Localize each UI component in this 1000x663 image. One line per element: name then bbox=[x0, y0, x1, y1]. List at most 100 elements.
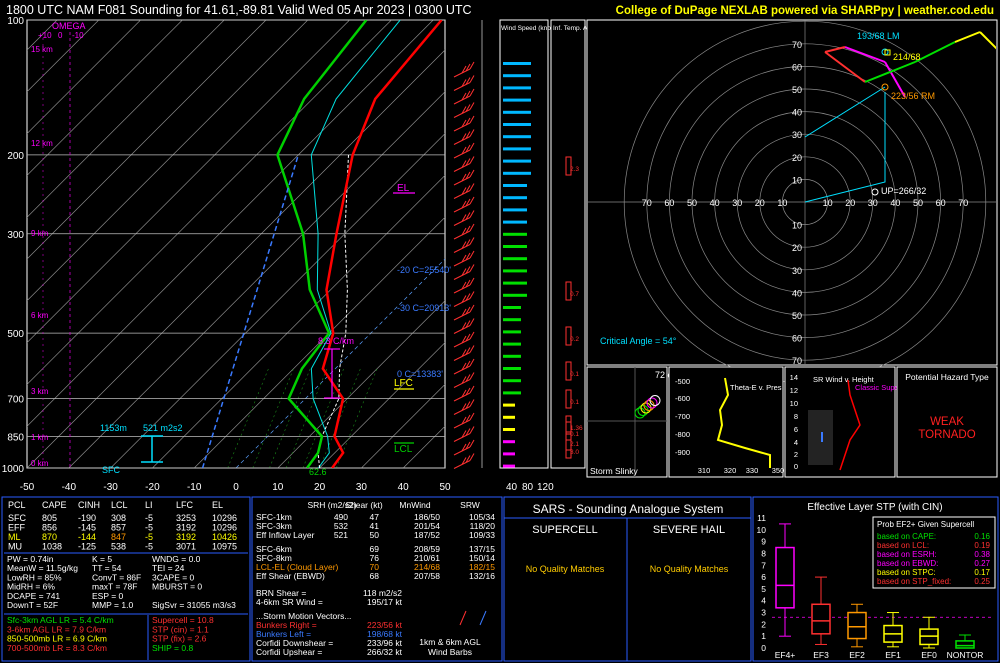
eff-inflow-height: 1153m bbox=[100, 423, 127, 433]
stp-legend-label: based on EBWD: bbox=[877, 559, 938, 568]
stp-box bbox=[955, 640, 975, 649]
lapse-rate: 700-500mb LR = 8.3 C/km bbox=[7, 643, 107, 653]
wind-speed-bar bbox=[503, 86, 531, 90]
temp-tick: 40 bbox=[398, 482, 410, 493]
inflow-value: 0.2 bbox=[570, 336, 579, 343]
sounding-figure: 1800 UTC NAM F081 Sounding for 41.61,-89… bbox=[0, 0, 1000, 663]
pressure-tick: 700 bbox=[7, 395, 24, 406]
temp-tick: -40 bbox=[62, 482, 77, 493]
wind-speed-bar bbox=[503, 379, 521, 383]
stp-ytick: 10 bbox=[757, 525, 767, 535]
stp-ytick: 0 bbox=[761, 643, 766, 653]
motion-value: 266/32 kt bbox=[367, 647, 403, 657]
hodo-label-rm: 223/56 RM bbox=[891, 91, 935, 101]
parcel-cell: -5 bbox=[145, 532, 153, 542]
omega-title: OMEGA bbox=[52, 21, 86, 31]
height-label: 9 km bbox=[31, 229, 49, 238]
temp-tick: -10 bbox=[187, 482, 202, 493]
kin-cell: Eff Shear (EBWD) bbox=[256, 571, 325, 581]
sars-title: SARS - Sounding Analogue System bbox=[533, 502, 724, 516]
theta-e-xtick: 310 bbox=[698, 466, 711, 475]
wind-speed-bar bbox=[503, 208, 527, 212]
stp-ytick: 8 bbox=[761, 548, 766, 558]
pressure-tick: 100 bbox=[7, 16, 24, 27]
wind-speed-bar bbox=[503, 269, 527, 273]
hodo-tick-x: 10 bbox=[823, 198, 833, 208]
wind-speed-bar bbox=[503, 123, 531, 126]
wind-speed-bar bbox=[503, 62, 531, 65]
sr-wind-tick: 12 bbox=[790, 386, 798, 395]
hodo-tick-x: 20 bbox=[845, 198, 855, 208]
theta-e-tick: -700 bbox=[675, 412, 690, 421]
stp-panel: Effective Layer STP (with CIN) 012345678… bbox=[752, 496, 999, 662]
eff-inflow-srh: 521 m2s2 bbox=[143, 423, 183, 433]
inflow-value: 0.7 bbox=[570, 291, 579, 298]
theta-e-tick: -500 bbox=[675, 377, 690, 386]
wind-speed-bar bbox=[503, 391, 521, 395]
hodo-tick-x: 10 bbox=[777, 198, 787, 208]
pressure-tick: 500 bbox=[7, 329, 24, 340]
stp-category: EF0 bbox=[921, 650, 937, 660]
stp-category: NONTOR bbox=[947, 650, 984, 660]
pressure-tick: 850 bbox=[7, 432, 24, 443]
credit-text: College of DuPage NEXLAB powered via SHA… bbox=[616, 5, 994, 17]
lcl-label: LCL bbox=[394, 444, 413, 455]
parcel-cell: -5 bbox=[145, 513, 153, 523]
hazard-panel: Potential Hazard Type WEAK TORNADO bbox=[896, 366, 998, 478]
wind-speed-bar bbox=[503, 354, 521, 358]
hodo-tick-y: 70 bbox=[792, 356, 802, 366]
hodo-tick-y: 10 bbox=[792, 175, 802, 185]
stp-category: EF2 bbox=[849, 650, 865, 660]
lapse-rate-label: 8.3 C/km bbox=[318, 336, 354, 346]
stp-legend-value: 0.19 bbox=[974, 541, 990, 550]
parcel-header: PCL bbox=[8, 500, 26, 510]
hazard-word: WEAK bbox=[930, 416, 964, 428]
parcel-cell: 10975 bbox=[212, 542, 237, 552]
stp-ytick: 4 bbox=[761, 596, 766, 606]
sr-wind-tick: 2 bbox=[794, 450, 798, 459]
wind-speed-bar bbox=[503, 367, 521, 370]
height-label: 0 km bbox=[31, 459, 49, 468]
stp-legend-value: 0.38 bbox=[974, 550, 990, 559]
composite-index: SHIP = 0.8 bbox=[152, 643, 193, 653]
sars-hail: SEVERE HAIL bbox=[653, 524, 725, 536]
stp-category: EF1 bbox=[885, 650, 901, 660]
hodo-label-lm: 193/68 LM bbox=[857, 31, 900, 41]
sr-wind-panel: SR Wind v. Height Classic Supercell 1412… bbox=[784, 366, 913, 478]
hodo-tick-x: 20 bbox=[755, 198, 765, 208]
sr-wind-tick: 8 bbox=[794, 412, 798, 421]
omega-tick: -10 bbox=[72, 31, 84, 40]
index-label: DownT = 52F bbox=[7, 600, 58, 610]
omega-tick: +10 bbox=[38, 31, 52, 40]
kin-header: Shear (kt) bbox=[345, 500, 382, 510]
stp-legend-label: based on ESRH: bbox=[877, 550, 937, 559]
parcel-cell: 3071 bbox=[176, 542, 196, 552]
height-label: 12 km bbox=[31, 139, 53, 148]
wind-speed-bar bbox=[503, 196, 527, 200]
kin-cell: 109/33 bbox=[469, 530, 495, 540]
wind-speed-bar bbox=[503, 220, 527, 224]
wind-speed-bar bbox=[503, 452, 515, 456]
sfc-label: SFC bbox=[102, 465, 121, 475]
stp-legend-label: based on CAPE: bbox=[877, 532, 936, 541]
temp-tick: 20 bbox=[314, 482, 326, 493]
index-label: MBURST = 0 bbox=[152, 582, 202, 592]
stp-ytick: 5 bbox=[761, 584, 766, 594]
height-label: 1 km bbox=[31, 433, 49, 442]
parcel-cell: 805 bbox=[42, 513, 57, 523]
kin-cell: Eff Inflow Layer bbox=[256, 530, 315, 540]
temp-tick: -20 bbox=[145, 482, 160, 493]
temp-tick: 30 bbox=[356, 482, 368, 493]
stp-legend-value: 0.16 bbox=[974, 532, 990, 541]
stp-category: EF4+ bbox=[775, 650, 796, 660]
parcel-cell: -190 bbox=[78, 513, 96, 523]
wind-speed-title: Wind Speed (knots) bbox=[501, 25, 558, 32]
stp-title: Effective Layer STP (with CIN) bbox=[807, 502, 942, 513]
hodo-tick-y: 50 bbox=[792, 311, 802, 321]
hodo-tick-x: 70 bbox=[642, 198, 652, 208]
sfc-temp-label: 62.6 bbox=[309, 467, 327, 477]
parcel-header: CAPE bbox=[42, 500, 67, 510]
stp-ytick: 11 bbox=[757, 513, 766, 523]
sr-wind-tick: 10 bbox=[790, 399, 798, 408]
height-label: 3 km bbox=[31, 387, 49, 396]
